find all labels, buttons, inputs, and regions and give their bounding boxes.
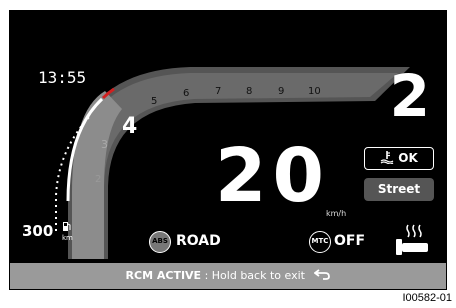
back-arrow-icon [313, 269, 331, 280]
gear-scale-9: 9 [278, 86, 285, 97]
speed-unit: km/h [326, 209, 347, 218]
reference-code: I00582-01 [402, 292, 452, 304]
rcm-label: RCM ACTIVE [125, 269, 202, 282]
mtc-mode: OFF [334, 233, 366, 249]
rcm-status-bar: RCM ACTIVE : Hold back to exit [10, 263, 446, 289]
riding-mode-pill: Street [364, 178, 434, 201]
gear-scale-2: 2 [95, 174, 102, 185]
fuel-pump-icon [63, 222, 71, 231]
fuel-range-value: 300 [22, 222, 54, 240]
current-gear-indicator: 4 [122, 114, 138, 139]
gear-scale-8: 8 [246, 86, 253, 97]
gear-scale-6: 6 [183, 88, 190, 99]
abs-badge: ABS [149, 231, 171, 253]
speed-readout: 20 [215, 133, 330, 219]
heated-grip-icon [396, 224, 428, 255]
status-ok-label: OK [398, 151, 418, 165]
status-ok-pill: OK [364, 147, 434, 170]
gear-display: 2 [389, 62, 430, 130]
clock: 13:55 [38, 68, 87, 87]
dashboard-screen: 13:55 2 3 4 5 6 7 8 9 10 2 20 km/h OK St… [10, 11, 446, 289]
fuel-range-unit: km [62, 234, 73, 242]
coolant-temperature-icon [380, 151, 394, 165]
gear-scale-3: 3 [101, 138, 108, 151]
dashboard-frame: 13:55 2 3 4 5 6 7 8 9 10 2 20 km/h OK St… [9, 10, 447, 290]
abs-mode: ROAD [176, 233, 221, 249]
gear-scale-7: 7 [215, 86, 222, 97]
rcm-message: : Hold back to exit [201, 269, 305, 282]
gear-scale-10: 10 [308, 86, 321, 97]
mtc-badge: MTC [309, 231, 331, 253]
gear-scale-5: 5 [151, 96, 158, 107]
